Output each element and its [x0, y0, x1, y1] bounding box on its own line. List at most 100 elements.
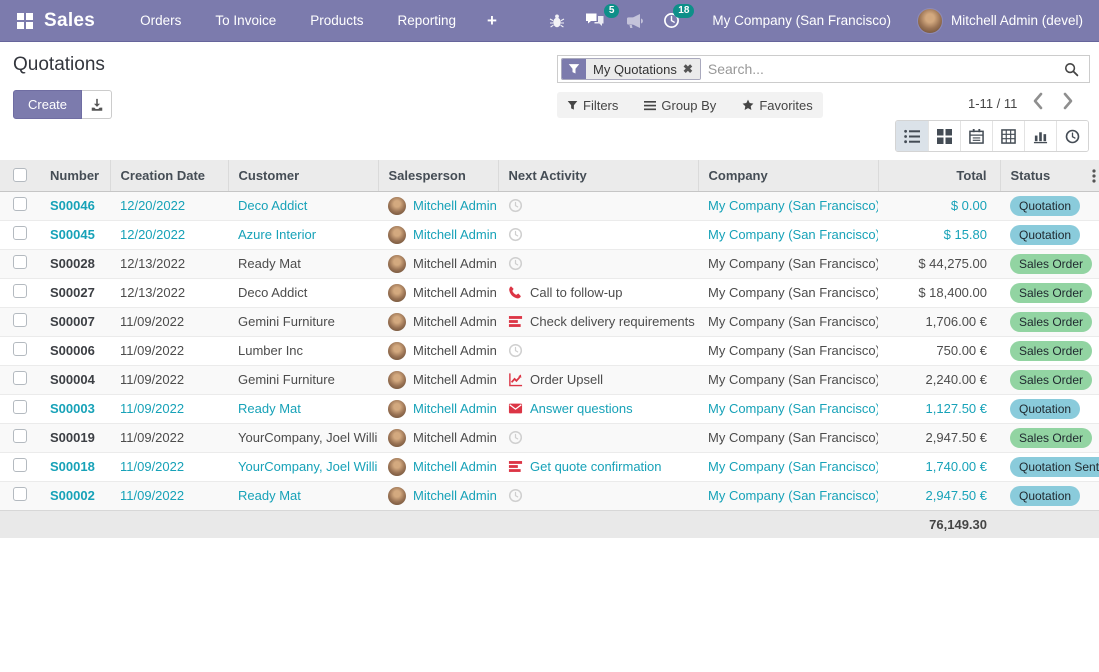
kanban-view-icon[interactable]: [928, 121, 960, 151]
group-by-button[interactable]: Group By: [644, 98, 716, 113]
row-checkbox[interactable]: [13, 197, 27, 211]
messages-icon[interactable]: 5: [575, 6, 615, 35]
search-icon[interactable]: [1060, 62, 1083, 77]
table-row[interactable]: S00046 12/20/2022 Deco Addict Mitchell A…: [0, 191, 1099, 220]
create-button[interactable]: Create: [13, 90, 82, 119]
calendar-view-icon[interactable]: [960, 121, 992, 151]
cell-next-activity[interactable]: [498, 336, 698, 365]
facet-remove-icon[interactable]: ✖: [683, 62, 693, 76]
cell-next-activity[interactable]: [498, 481, 698, 510]
announcement-icon[interactable]: [615, 7, 653, 35]
salesperson-avatar: [388, 342, 406, 360]
search-facet-my-quotations[interactable]: My Quotations ✖: [561, 58, 701, 80]
cell-company: My Company (San Francisco): [698, 278, 878, 307]
row-checkbox[interactable]: [13, 487, 27, 501]
cell-creation-date: 11/09/2022: [110, 394, 228, 423]
cell-next-activity[interactable]: Order Upsell: [498, 365, 698, 394]
table-row[interactable]: S00045 12/20/2022 Azure Interior Mitchel…: [0, 220, 1099, 249]
cell-company: My Company (San Francisco): [698, 307, 878, 336]
table-row[interactable]: S00019 11/09/2022 YourCompany, Joel Will…: [0, 423, 1099, 452]
cell-company: My Company (San Francisco): [698, 249, 878, 278]
row-checkbox[interactable]: [13, 429, 27, 443]
menu-orders[interactable]: Orders: [123, 1, 198, 40]
export-button[interactable]: [82, 90, 112, 119]
table-row[interactable]: S00028 12/13/2022 Ready Mat Mitchell Adm…: [0, 249, 1099, 278]
column-header-total[interactable]: Total: [878, 160, 1000, 191]
column-header-salesperson[interactable]: Salesperson: [378, 160, 498, 191]
phone-icon: [508, 285, 523, 300]
pager-next-icon[interactable]: [1061, 90, 1076, 112]
apps-menu-icon[interactable]: [16, 12, 34, 30]
row-checkbox[interactable]: [13, 371, 27, 385]
activities-clock-icon[interactable]: 18: [653, 6, 690, 35]
column-header-number[interactable]: Number: [40, 160, 110, 191]
cell-customer: YourCompany, Joel Willis: [228, 423, 378, 452]
clock-icon: [508, 343, 523, 358]
cell-next-activity[interactable]: [498, 191, 698, 220]
row-checkbox[interactable]: [13, 284, 27, 298]
company-switcher[interactable]: My Company (San Francisco): [712, 13, 891, 28]
pivot-view-icon[interactable]: [992, 121, 1024, 151]
clock-icon: [508, 198, 523, 213]
cell-creation-date: 11/09/2022: [110, 423, 228, 452]
app-name[interactable]: Sales: [44, 10, 95, 32]
table-row[interactable]: S00027 12/13/2022 Deco Addict Mitchell A…: [0, 278, 1099, 307]
cell-next-activity[interactable]: Get quote confirmation: [498, 452, 698, 481]
filters-button[interactable]: Filters: [567, 98, 618, 113]
row-checkbox[interactable]: [13, 342, 27, 356]
table-header-row: Number Creation Date Customer Salesperso…: [0, 160, 1099, 191]
menu-products[interactable]: Products: [293, 1, 380, 40]
table-row[interactable]: S00003 11/09/2022 Ready Mat Mitchell Adm…: [0, 394, 1099, 423]
status-badge: Quotation: [1010, 225, 1080, 245]
cell-total: $ 44,275.00: [878, 249, 1000, 278]
pager-previous-icon[interactable]: [1030, 90, 1045, 112]
select-all-checkbox[interactable]: [13, 168, 27, 182]
optional-columns-icon[interactable]: [1092, 169, 1096, 186]
envelope-icon: [508, 401, 523, 416]
menu-more-icon[interactable]: +: [473, 1, 511, 41]
row-checkbox[interactable]: [13, 458, 27, 472]
menu-reporting[interactable]: Reporting: [381, 1, 474, 40]
cell-total: 2,240.00 €: [878, 365, 1000, 394]
cell-number: S00002: [40, 481, 110, 510]
user-menu[interactable]: Mitchell Admin (devel): [917, 8, 1083, 34]
column-header-status[interactable]: Status: [1000, 160, 1099, 191]
search-input[interactable]: [708, 61, 1060, 77]
row-checkbox[interactable]: [13, 400, 27, 414]
table-row[interactable]: S00018 11/09/2022 YourCompany, Joel Will…: [0, 452, 1099, 481]
column-header-customer[interactable]: Customer: [228, 160, 378, 191]
activity-view-icon[interactable]: [1056, 121, 1088, 151]
cell-next-activity[interactable]: Check delivery requirements: [498, 307, 698, 336]
column-header-date[interactable]: Creation Date: [110, 160, 228, 191]
salesperson-avatar: [388, 400, 406, 418]
search-options: Filters Group By Favorites: [557, 92, 823, 118]
table-row[interactable]: S00007 11/09/2022 Gemini Furniture Mitch…: [0, 307, 1099, 336]
cell-next-activity[interactable]: [498, 249, 698, 278]
cell-total: 1,706.00 €: [878, 307, 1000, 336]
filter-icon: [567, 100, 578, 111]
cell-next-activity[interactable]: Call to follow-up: [498, 278, 698, 307]
menu-to-invoice[interactable]: To Invoice: [198, 1, 293, 40]
cell-next-activity[interactable]: [498, 423, 698, 452]
table-row[interactable]: S00006 11/09/2022 Lumber Inc Mitchell Ad…: [0, 336, 1099, 365]
cell-salesperson: Mitchell Admin: [378, 481, 498, 510]
cell-number: S00045: [40, 220, 110, 249]
list-view-icon[interactable]: [896, 121, 928, 151]
row-checkbox[interactable]: [13, 313, 27, 327]
cell-number: S00004: [40, 365, 110, 394]
table-footer-row: 76,149.30: [0, 510, 1099, 538]
row-checkbox[interactable]: [13, 255, 27, 269]
table-row[interactable]: S00002 11/09/2022 Ready Mat Mitchell Adm…: [0, 481, 1099, 510]
debug-bug-icon[interactable]: [539, 7, 575, 35]
graph-view-icon[interactable]: [1024, 121, 1056, 151]
table-row[interactable]: S00004 11/09/2022 Gemini Furniture Mitch…: [0, 365, 1099, 394]
cell-next-activity[interactable]: [498, 220, 698, 249]
column-header-company[interactable]: Company: [698, 160, 878, 191]
create-group: Create: [13, 90, 112, 119]
row-checkbox[interactable]: [13, 226, 27, 240]
cell-company: My Company (San Francisco): [698, 336, 878, 365]
favorites-button[interactable]: Favorites: [742, 98, 812, 113]
cell-next-activity[interactable]: Answer questions: [498, 394, 698, 423]
column-header-activity[interactable]: Next Activity: [498, 160, 698, 191]
cell-number: S00006: [40, 336, 110, 365]
